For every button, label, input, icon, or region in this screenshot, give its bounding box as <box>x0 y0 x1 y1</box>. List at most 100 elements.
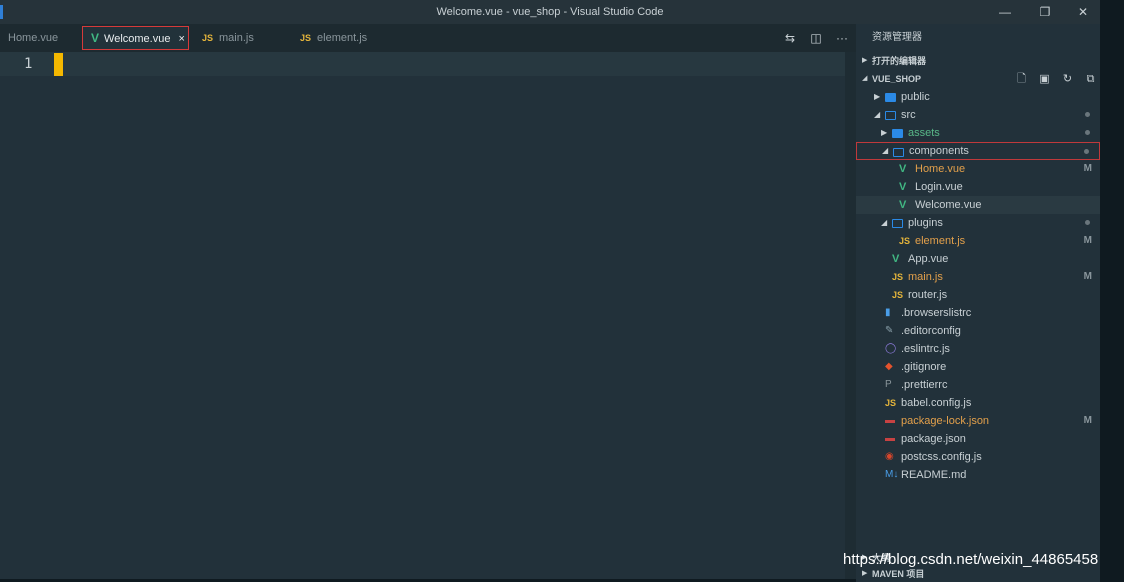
folder-shape <box>885 111 896 120</box>
tree-item-label: plugins <box>908 217 943 229</box>
js-icon: JS <box>885 398 897 408</box>
tree-item-label: .gitignore <box>901 361 947 373</box>
git-modified-badge: M <box>1083 271 1092 282</box>
file-tree: ▶ public ◢ src ▶ assets ◢ components V Home.vue M V… <box>856 88 1100 484</box>
tab-home-vue[interactable]: Home.vue <box>0 24 82 52</box>
maximize-button[interactable]: ❐ <box>1030 3 1060 21</box>
git-icon: ◆ <box>885 361 893 372</box>
text-cursor <box>54 53 63 76</box>
tree-item-label: main.js <box>908 271 943 283</box>
section-label: 打开的编辑器 <box>872 56 927 66</box>
close-button[interactable]: ✕ <box>1068 3 1098 21</box>
tree-item-prettierrc[interactable]: P .prettierrc <box>856 376 1100 394</box>
tree-item-label: postcss.config.js <box>901 451 982 463</box>
tab-main-js[interactable]: JS main.js <box>194 24 290 52</box>
modified-dot <box>1084 149 1089 154</box>
folder-open-icon <box>885 106 896 126</box>
explorer-tools: 🗋 ▣ ↻ ⧉ <box>1014 70 1098 88</box>
tree-item-login-vue[interactable]: V Login.vue <box>856 178 1100 196</box>
tree-item-label: Login.vue <box>915 181 963 193</box>
folder-icon <box>892 124 903 144</box>
tree-item-public[interactable]: ▶ public <box>856 88 1100 106</box>
tree-item-home-vue[interactable]: V Home.vue M <box>856 160 1100 178</box>
npm-icon: ▬ <box>885 415 895 426</box>
explorer-sidebar: 资源管理器 ▶ 打开的编辑器 ◢ VUE_SHOP 🗋 ▣ ↻ ⧉ ▶ publi… <box>856 24 1100 582</box>
chevron-down-icon[interactable]: ◢ <box>874 106 880 124</box>
tree-item-eslintrc-js[interactable]: ◯ .eslintrc.js <box>856 340 1100 358</box>
tree-item-router-js[interactable]: JS router.js <box>856 286 1100 304</box>
chevron-right-icon[interactable]: ▶ <box>874 88 880 106</box>
compare-icon[interactable]: ⇆ <box>782 31 798 45</box>
tree-item-readme-md[interactable]: M↓ README.md <box>856 466 1100 484</box>
editor-actions: ⇆ ◫ ··· <box>782 24 850 52</box>
watermark: https://blog.csdn.net/weixin_44865458 <box>843 551 1099 568</box>
maven-section[interactable]: ▶ MAVEN 项目 <box>856 568 924 580</box>
folder-shape <box>885 93 896 102</box>
js-icon: JS <box>300 33 312 43</box>
js-icon: JS <box>892 272 904 282</box>
split-editor-icon[interactable]: ◫ <box>808 31 824 45</box>
tree-item-editorconfig[interactable]: ✎ .editorconfig <box>856 322 1100 340</box>
tree-item-assets[interactable]: ▶ assets <box>856 124 1100 142</box>
title-bar: Welcome.vue - vue_shop - Visual Studio C… <box>0 0 1100 24</box>
tree-item-main-js[interactable]: JS main.js M <box>856 268 1100 286</box>
tree-item-src[interactable]: ◢ src <box>856 106 1100 124</box>
tree-item-element-js[interactable]: JS element.js M <box>856 232 1100 250</box>
refresh-icon[interactable]: ↻ <box>1060 70 1075 88</box>
tree-item-label: .browserslistrc <box>901 307 972 319</box>
folder-shape <box>892 219 903 228</box>
more-actions-icon[interactable]: ··· <box>834 31 850 45</box>
code-editor[interactable]: 1 <box>0 52 856 579</box>
tab-welcome-vue[interactable]: V Welcome.vue × <box>82 26 189 50</box>
line-number: 1 <box>24 56 33 72</box>
editorconfig-icon: ✎ <box>885 325 894 336</box>
minimize-button[interactable]: — <box>990 3 1020 21</box>
screen-edge <box>1100 0 1124 579</box>
tab-label: main.js <box>219 32 254 44</box>
prettier-icon: P <box>885 379 892 390</box>
tab-label: element.js <box>317 32 368 44</box>
tree-item-label: element.js <box>915 235 966 247</box>
tree-item-label: router.js <box>908 289 948 301</box>
new-file-icon[interactable]: 🗋 <box>1014 70 1029 88</box>
open-editors-section[interactable]: ▶ 打开的编辑器 <box>856 52 1100 70</box>
tab-label: Welcome.vue <box>104 33 171 45</box>
vue-icon: V <box>899 163 907 175</box>
modified-dot <box>1085 130 1090 135</box>
new-folder-icon[interactable]: ▣ <box>1037 70 1052 88</box>
tree-item-plugins[interactable]: ◢ plugins <box>856 214 1100 232</box>
tree-item-browserslistrc[interactable]: ▮ .browserslistrc <box>856 304 1100 322</box>
project-section[interactable]: ◢ VUE_SHOP 🗋 ▣ ↻ ⧉ <box>856 70 1100 88</box>
tree-item-app-vue[interactable]: V App.vue <box>856 250 1100 268</box>
tree-item-postcss-config-js[interactable]: ◉ postcss.config.js <box>856 448 1100 466</box>
modified-dot <box>1085 112 1090 117</box>
chevron-right-icon[interactable]: ▶ <box>881 124 887 142</box>
git-modified-badge: M <box>1083 163 1092 174</box>
tree-item-package-lock-json[interactable]: ▬ package-lock.json M <box>856 412 1100 430</box>
window-title: Welcome.vue - vue_shop - Visual Studio C… <box>436 6 664 18</box>
js-icon: JS <box>892 290 904 300</box>
tab-element-js[interactable]: JS element.js <box>292 24 388 52</box>
chevron-down-icon[interactable]: ◢ <box>882 143 888 159</box>
tree-item-package-json[interactable]: ▬ package.json <box>856 430 1100 448</box>
close-tab-icon[interactable]: × <box>178 33 184 45</box>
tree-item-label: public <box>901 91 930 103</box>
section-label: VUE_SHOP <box>872 74 922 84</box>
tree-item-components[interactable]: ◢ components <box>856 142 1100 160</box>
tree-item-label: .prettierrc <box>901 379 948 391</box>
file-icon: ▮ <box>885 307 891 318</box>
git-modified-badge: M <box>1083 235 1092 246</box>
section-label: MAVEN 项目 <box>872 569 925 579</box>
chevron-down-icon[interactable]: ◢ <box>881 214 887 232</box>
npm-icon: ▬ <box>885 433 895 444</box>
collapse-all-icon[interactable]: ⧉ <box>1083 70 1098 88</box>
tab-bar: Home.vue V Welcome.vue × JS main.js JS eleme… <box>0 24 856 52</box>
tree-item-label: src <box>901 109 916 121</box>
tree-item-gitignore[interactable]: ◆ .gitignore <box>856 358 1100 376</box>
tree-item-babel-config-js[interactable]: JS babel.config.js <box>856 394 1100 412</box>
tree-item-label: .eslintrc.js <box>901 343 950 355</box>
tree-item-welcome-vue[interactable]: V Welcome.vue <box>856 196 1100 214</box>
vue-icon: V <box>899 199 907 211</box>
vue-icon: V <box>91 31 100 45</box>
vertical-scrollbar[interactable] <box>845 52 856 579</box>
